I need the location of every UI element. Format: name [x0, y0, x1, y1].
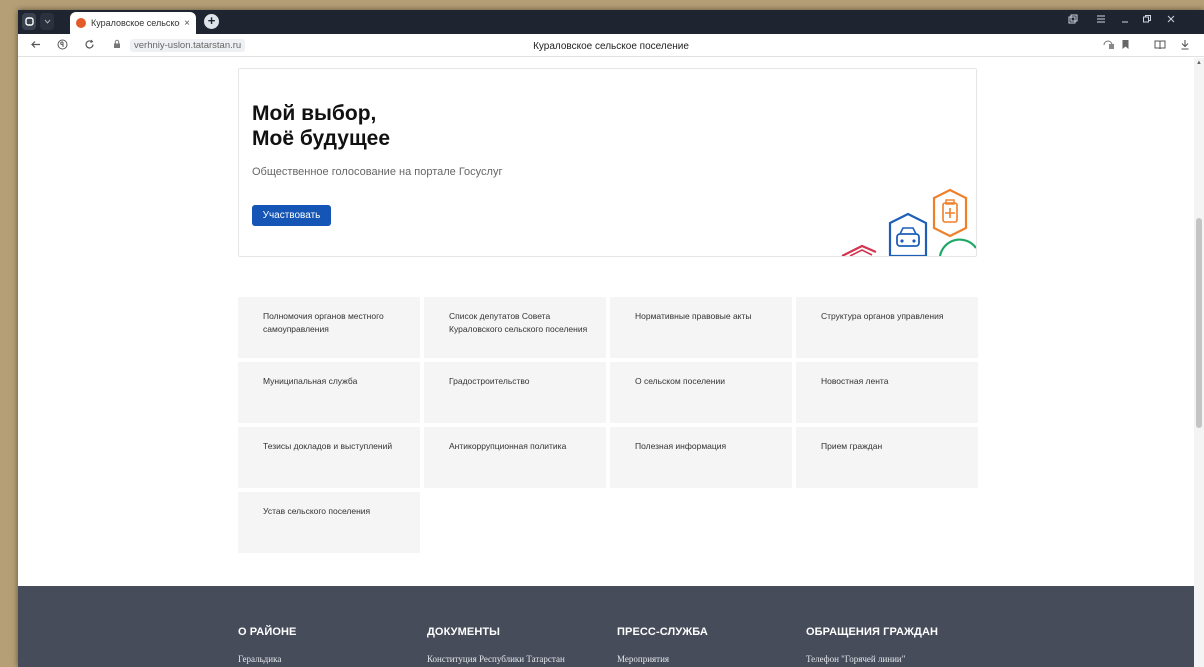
footer-column-obrascheniya: ОБРАЩЕНИЯ ГРАЖДАН Телефон "Горячей линии… — [806, 626, 938, 664]
banner-illustration — [841, 188, 976, 256]
tile-polnomochiya[interactable]: Полномочия органов местного самоуправлен… — [238, 297, 420, 358]
tab-title: Кураловское сельское — [91, 18, 181, 28]
vote-banner: Мой выбор, Моё будущее Общественное голо… — [238, 68, 977, 257]
footer-column-press-sluzhba: ПРЕСС-СЛУЖБА Мероприятия — [617, 626, 708, 664]
tile-novostnaya-lenta[interactable]: Новостная лента — [796, 362, 978, 423]
collections-icon[interactable] — [1068, 14, 1078, 27]
footer-heading: ОБРАЩЕНИЯ ГРАЖДАН — [806, 626, 939, 638]
bookmark-icon[interactable] — [1121, 39, 1130, 53]
page-content: Мой выбор, Моё будущее Общественное голо… — [18, 58, 1194, 667]
participate-button[interactable]: Участвовать — [252, 205, 331, 226]
tile-antikorrupciya[interactable]: Антикоррупционная политика — [424, 427, 606, 488]
footer-link[interactable]: Телефон "Горячей линии" — [806, 654, 938, 664]
banner-title-line2: Моё будущее — [252, 127, 391, 150]
menu-icon[interactable] — [1096, 14, 1106, 27]
sections-grid: Полномочия органов местного самоуправлен… — [238, 297, 978, 553]
footer-column-dokumenty: ДОКУМЕНТЫ Конституция Республики Татарст… — [427, 626, 565, 664]
scrollbar-thumb[interactable] — [1196, 218, 1202, 428]
browser-menu-icon[interactable] — [22, 13, 36, 30]
page-scrollbar[interactable]: ▲ — [1194, 58, 1204, 667]
site-favicon-icon — [76, 18, 86, 28]
footer-heading: О РАЙОНЕ — [238, 626, 297, 638]
footer-link[interactable]: Конституция Республики Татарстан — [427, 654, 565, 664]
tab-close-icon[interactable]: × — [184, 18, 190, 29]
footer-heading: ПРЕСС-СЛУЖБА — [617, 626, 708, 638]
tile-struktura-organov[interactable]: Структура органов управления — [796, 297, 978, 358]
restore-icon[interactable] — [1142, 14, 1152, 27]
tile-normativnye-akty[interactable]: Нормативные правовые акты — [610, 297, 792, 358]
minimize-icon[interactable] — [1120, 14, 1130, 27]
tile-priem-grazhdan[interactable]: Прием граждан — [796, 427, 978, 488]
address-bar: verhniy-uslon.tatarstan.ru Кураловское с… — [18, 34, 1204, 57]
browser-window: Кураловское сельское × + verhniy-uslon.t… — [18, 10, 1204, 667]
page-title: Кураловское сельское поселение — [533, 41, 689, 52]
new-tab-button[interactable]: + — [204, 14, 219, 29]
tile-poleznaya-informaciya[interactable]: Полезная информация — [610, 427, 792, 488]
tab-bar: Кураловское сельское × + — [18, 10, 1204, 34]
scroll-up-icon[interactable]: ▲ — [1196, 60, 1202, 66]
site-footer: О РАЙОНЕ Геральдика ДОКУМЕНТЫ Конституци… — [18, 586, 1194, 667]
tile-ustav[interactable]: Устав сельского поселения — [238, 492, 420, 553]
footer-heading: ДОКУМЕНТЫ — [427, 626, 501, 638]
download-icon[interactable] — [1180, 39, 1190, 53]
tab-active[interactable]: Кураловское сельское × — [70, 12, 196, 34]
tile-spisok-deputatov[interactable]: Список депутатов Совета Кураловского сел… — [424, 297, 606, 358]
banner-subtitle: Общественное голосование на портале Госу… — [252, 166, 503, 178]
reading-mode-icon[interactable] — [1154, 39, 1166, 53]
footer-column-o-raione: О РАЙОНЕ Геральдика — [238, 626, 296, 664]
tabs-dropdown-icon[interactable] — [40, 13, 54, 30]
tile-municipalnaya-sluzhba[interactable]: Муниципальная служба — [238, 362, 420, 423]
banner-title-line1: Мой выбор, — [252, 102, 377, 125]
tile-tezisy-dokladov[interactable]: Тезисы докладов и выступлений — [238, 427, 420, 488]
tile-o-poselenii[interactable]: О сельском поселении — [610, 362, 792, 423]
footer-link[interactable]: Геральдика — [238, 654, 296, 664]
tile-gradostroitelstvo[interactable]: Градостроительство — [424, 362, 606, 423]
close-window-icon[interactable] — [1166, 14, 1176, 27]
banner-title: Мой выбор, Моё будущее — [252, 101, 390, 151]
footer-link[interactable]: Мероприятия — [617, 654, 708, 664]
protect-icon[interactable] — [1103, 39, 1115, 53]
